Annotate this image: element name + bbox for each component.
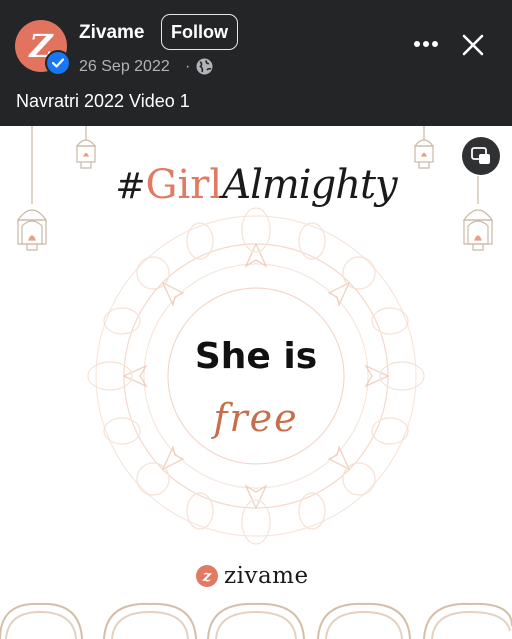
date-separator: · bbox=[185, 58, 191, 75]
post-header: Z Zivame Follow 26 Sep 2022 · Navratri 2… bbox=[0, 0, 512, 126]
brand-name: zivame bbox=[224, 563, 309, 589]
hashtag-girl: Girl bbox=[145, 162, 223, 208]
close-icon[interactable] bbox=[461, 33, 485, 57]
follow-button[interactable]: Follow bbox=[161, 14, 238, 50]
more-icon[interactable] bbox=[413, 36, 439, 52]
brand-mark-icon: z bbox=[196, 565, 218, 587]
video-headline: She is bbox=[194, 336, 318, 377]
post-caption: Navratri 2022 Video 1 bbox=[16, 91, 190, 111]
video-subheadline: free bbox=[213, 396, 299, 440]
hashtag-title: #GirlAlmighty bbox=[0, 162, 512, 208]
hashtag-symbol: # bbox=[115, 166, 146, 207]
verified-badge-icon bbox=[45, 50, 71, 76]
globe-icon bbox=[196, 58, 213, 75]
hashtag-almighty: Almighty bbox=[222, 162, 397, 208]
post-date[interactable]: 26 Sep 2022 bbox=[79, 57, 170, 77]
bottom-arch-border bbox=[0, 602, 512, 639]
page-name-link[interactable]: Zivame bbox=[79, 21, 144, 45]
